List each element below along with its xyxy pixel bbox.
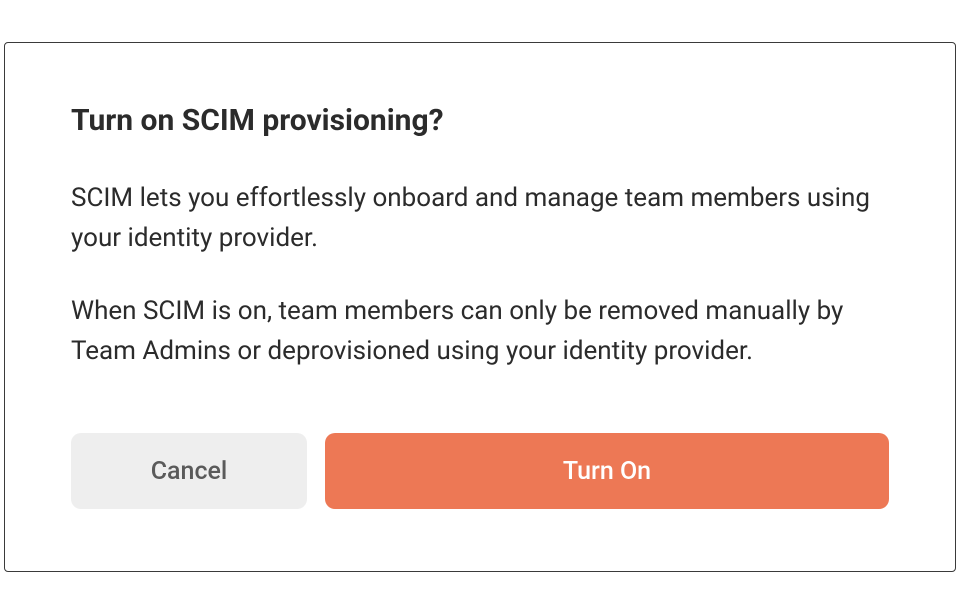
dialog-title: Turn on SCIM provisioning? <box>71 103 889 138</box>
dialog-paragraph-1: SCIM lets you effortlessly onboard and m… <box>71 178 889 259</box>
dialog-actions: Cancel Turn On <box>71 433 889 509</box>
cancel-button[interactable]: Cancel <box>71 433 307 509</box>
dialog-body: SCIM lets you effortlessly onboard and m… <box>71 178 889 371</box>
confirmation-dialog: Turn on SCIM provisioning? SCIM lets you… <box>4 42 956 572</box>
turn-on-button[interactable]: Turn On <box>325 433 889 509</box>
dialog-paragraph-2: When SCIM is on, team members can only b… <box>71 291 889 372</box>
